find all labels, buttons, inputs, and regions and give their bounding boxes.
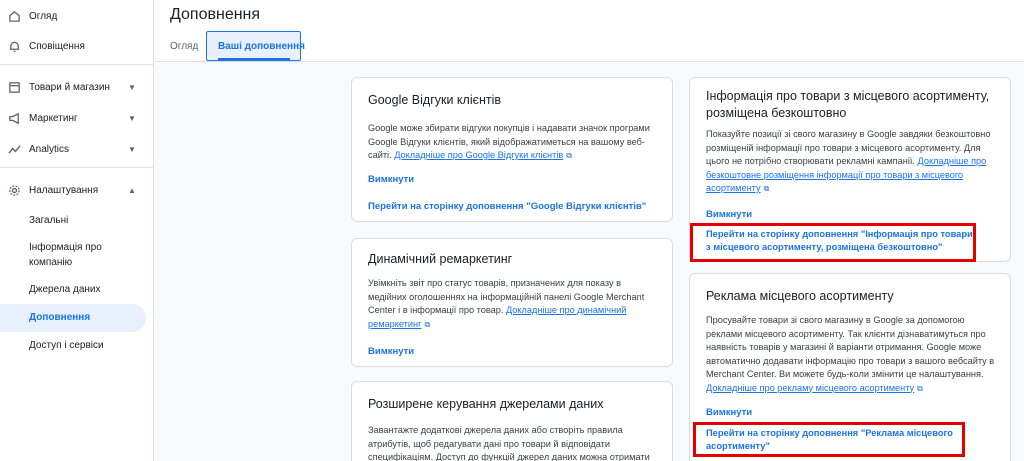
card-description: Завантажте додаткові джерела даних або с…: [368, 425, 650, 461]
card-title: Реклама місцевого асортименту: [706, 289, 894, 303]
external-link-icon: ⧉: [424, 319, 431, 329]
card-dynamic-remarketing: Динамічний ремаркетинг Увімкніть звіт пр…: [351, 238, 673, 367]
card-title: Динамічний ремаркетинг: [368, 252, 513, 266]
external-link-icon: ⧉: [917, 383, 923, 393]
sidebar-item-settings[interactable]: Налаштування ▲: [0, 176, 150, 204]
learn-more-link[interactable]: Докладніше про рекламу місцевого асортим…: [706, 383, 914, 393]
sidebar-subitem-addons[interactable]: Доповнення: [29, 310, 134, 325]
disable-button[interactable]: Вимкнути: [706, 208, 752, 221]
card-description: Просувайте товари зі свого магазину в Go…: [706, 314, 1002, 395]
bell-icon: [7, 39, 21, 53]
sidebar-item-notifications[interactable]: Сповіщення: [0, 32, 150, 60]
chevron-up-icon: ▲: [128, 185, 136, 195]
external-link-icon: ⧉: [763, 184, 770, 193]
goto-addon-link[interactable]: Перейти на сторінку доповнення "Google В…: [368, 200, 646, 213]
disable-button[interactable]: Вимкнути: [368, 173, 414, 186]
disable-button[interactable]: Вимкнути: [706, 406, 752, 419]
card-title: Інформація про товари з місцевого асорти…: [706, 89, 990, 120]
page-title: Доповнення: [170, 6, 261, 23]
external-link-icon: ⧉: [566, 151, 572, 160]
card-description-text: Просувайте товари зі свого магазину в Go…: [706, 315, 995, 379]
analytics-icon: [7, 142, 21, 156]
chevron-down-icon: ▼: [128, 113, 136, 123]
highlight-box: [690, 223, 976, 262]
home-icon: [7, 9, 21, 23]
sidebar-item-label: Товари й магазин: [29, 81, 110, 93]
sidebar-item-label: Маркетинг: [29, 112, 78, 124]
sidebar-subitem-data-sources[interactable]: Джерела даних: [29, 282, 134, 297]
store-icon: [7, 80, 21, 94]
gear-icon: [7, 183, 21, 197]
sidebar: Огляд Сповіщення Товари й магазин ▼ Марк…: [0, 0, 154, 461]
tab-overview[interactable]: Огляд: [170, 41, 198, 52]
card-description: Google може збирати відгуки покупців і н…: [368, 122, 660, 163]
tab-indicator: [218, 58, 290, 60]
sidebar-item-products-store[interactable]: Товари й магазин ▼: [0, 73, 150, 101]
highlight-box: [693, 422, 965, 457]
chevron-down-icon: ▼: [128, 82, 136, 92]
tab-your-addons[interactable]: Ваші доповнення: [218, 41, 305, 52]
card-advanced-feeds: Розширене керування джерелами даних Зава…: [351, 381, 673, 461]
card-title: Google Відгуки клієнтів: [368, 93, 502, 107]
sidebar-subitem-access[interactable]: Доступ і сервіси: [29, 338, 134, 353]
sidebar-divider: [0, 167, 154, 168]
card-description: Увімкніть звіт про статус товарів, призн…: [368, 277, 660, 331]
sidebar-item-marketing[interactable]: Маркетинг ▼: [0, 104, 150, 132]
sidebar-item-label: Сповіщення: [29, 40, 85, 52]
sidebar-item-label: Огляд: [29, 10, 58, 22]
card-description: Показуйте позиції зі свого магазину в Go…: [706, 128, 998, 196]
sidebar-subitem-general[interactable]: Загальні: [29, 213, 134, 228]
card-google-reviews: Google Відгуки клієнтів Google може збир…: [351, 77, 673, 222]
chevron-down-icon: ▼: [128, 144, 136, 154]
megaphone-icon: [7, 111, 21, 125]
sidebar-item-analytics[interactable]: Analytics ▼: [0, 135, 150, 163]
sidebar-subitem-company-info[interactable]: Інформація про компанію: [29, 240, 134, 270]
disable-button[interactable]: Вимкнути: [368, 345, 414, 358]
card-title: Розширене керування джерелами даних: [368, 397, 604, 411]
sidebar-item-label: Analytics: [29, 143, 70, 155]
learn-more-link[interactable]: Докладніше про Google Відгуки клієнтів: [394, 150, 563, 160]
sidebar-divider: [0, 64, 154, 65]
sidebar-item-overview[interactable]: Огляд: [0, 2, 150, 30]
sidebar-item-label: Налаштування: [29, 184, 99, 196]
